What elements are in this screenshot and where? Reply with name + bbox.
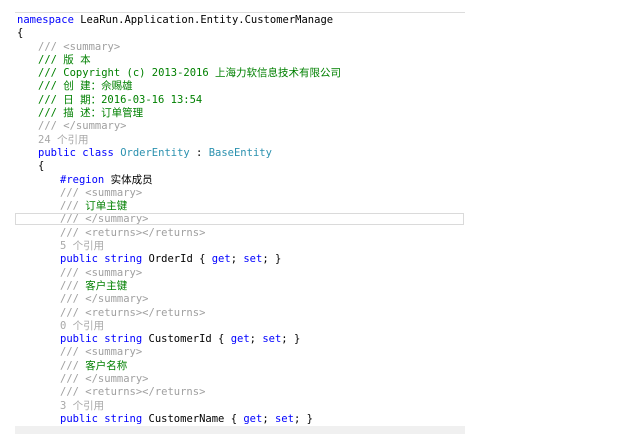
doc-summary-open: /// <summary> [60,266,143,279]
code-line[interactable]: #region 实体成员 [0,174,640,187]
namespace-keyword: namespace [17,14,74,26]
property-end: ; } [293,412,313,425]
class-open-brace: { [38,160,45,173]
doc-text: 客户主键 [85,279,128,292]
doc-date: /// 日 期：2016-03-16 13:54 [38,93,203,106]
doc-summary-close: /// </summary> [60,213,149,226]
code-line[interactable]: /// 客户主键 [0,280,640,293]
property-reference-count[interactable]: 0 个引用 [60,320,104,332]
code-line[interactable]: public class OrderEntity : BaseEntity [0,147,640,160]
code-line[interactable]: public string CustomerId { get; set; } [0,333,640,346]
code-line[interactable]: 0 个引用 [0,320,640,333]
doc-text: 订单主键 [85,200,128,213]
class-name[interactable]: OrderEntity [120,147,190,159]
doc-summary-close: /// </summary> [60,373,149,386]
get-accessor: get [211,253,231,266]
code-line[interactable]: /// </summary> [0,120,640,133]
doc-creator: /// 创 建：佘赐雄 [38,80,133,93]
code-line[interactable]: /// 订单主键 [0,200,640,213]
doc-prefix: /// [60,279,86,292]
code-line[interactable]: 3 个引用 [0,400,640,413]
doc-returns: /// <returns></returns> [60,306,206,319]
doc-prefix: /// [60,359,86,372]
code-line[interactable]: /// <summary> [0,187,640,200]
code-line[interactable]: public string CustomerName { get; set; } [0,413,640,426]
region-keyword: #region [60,173,105,186]
code-line[interactable]: /// <summary> [0,267,640,280]
property-name: CustomerName { [142,412,244,425]
set-accessor: set [274,412,294,425]
code-line[interactable]: /// 描 述：订单管理 [0,107,640,120]
code-line[interactable]: /// 创 建：佘赐雄 [0,80,640,93]
property-name: CustomerId { [142,333,231,346]
doc-prefix: /// [60,200,86,213]
property-name: OrderId { [142,253,212,266]
doc-summary-open: /// <summary> [60,346,143,359]
code-line[interactable]: 24 个引用 [0,134,640,147]
editor-top-rule [15,12,465,13]
code-line[interactable]: /// 版 本 [0,54,640,67]
get-accessor: get [243,412,263,425]
namespace-name: LeaRun.Application.Entity.CustomerManage [80,14,334,26]
doc-description: /// 描 述：订单管理 [38,107,144,120]
code-line[interactable]: /// Copyright (c) 2013-2016 上海力软信息技术有限公司 [0,67,640,80]
code-line[interactable]: public string OrderId { get; set; } [0,253,640,266]
get-accessor: get [230,333,250,346]
region-name: 实体成员 [104,173,153,186]
code-line[interactable]: /// <returns></returns> [0,227,640,240]
doc-copyright: /// Copyright (c) 2013-2016 上海力软信息技术有限公司 [38,67,342,80]
set-accessor: set [262,333,282,346]
code-line[interactable]: /// </summary> [0,373,640,386]
doc-summary-open: /// <summary> [60,186,143,199]
code-line[interactable]: /// <summary> [0,346,640,359]
code-line[interactable]: /// <returns></returns> [0,386,640,399]
code-line[interactable]: /// 客户名称 [0,360,640,373]
doc-returns: /// <returns></returns> [60,386,206,399]
doc-summary-open: /// <summary> [38,40,121,53]
property-reference-count[interactable]: 3 个引用 [60,400,104,412]
accessor-separator: ; [249,333,263,346]
doc-text: 客户名称 [85,359,128,372]
doc-summary-close: /// </summary> [38,120,127,133]
accessor-separator: ; [262,412,275,425]
class-modifiers: public class [38,146,114,159]
base-class-name[interactable]: BaseEntity [209,147,272,159]
property-reference-count[interactable]: 5 个引用 [60,240,104,252]
property-modifiers: public string [60,412,143,425]
property-end: ; } [262,253,282,266]
doc-returns: /// <returns></returns> [60,226,206,239]
code-line-current[interactable]: /// </summary> [0,213,640,226]
doc-version: /// 版 本 [38,53,91,66]
code-line[interactable]: /// <returns></returns> [0,307,640,320]
code-editor[interactable]: namespace LeaRun.Application.Entity.Cust… [0,0,640,441]
namespace-open-brace: { [17,27,24,40]
code-area[interactable]: namespace LeaRun.Application.Entity.Cust… [0,14,640,426]
set-accessor: set [243,253,263,266]
class-reference-count[interactable]: 24 个引用 [38,134,88,146]
accessor-separator: ; [230,253,244,266]
property-modifiers: public string [60,253,143,266]
code-line[interactable]: /// <summary> [0,41,640,54]
property-end: ; } [281,333,301,346]
code-line[interactable]: { [0,160,640,173]
code-line[interactable]: { [0,27,640,40]
code-line[interactable]: namespace LeaRun.Application.Entity.Cust… [0,14,640,27]
code-line[interactable]: /// </summary> [0,293,640,306]
class-colon: : [189,146,209,159]
property-modifiers: public string [60,333,143,346]
code-line[interactable]: 5 个引用 [0,240,640,253]
editor-bottom-band [15,426,465,434]
doc-summary-close: /// </summary> [60,293,149,306]
code-line[interactable]: /// 日 期：2016-03-16 13:54 [0,94,640,107]
